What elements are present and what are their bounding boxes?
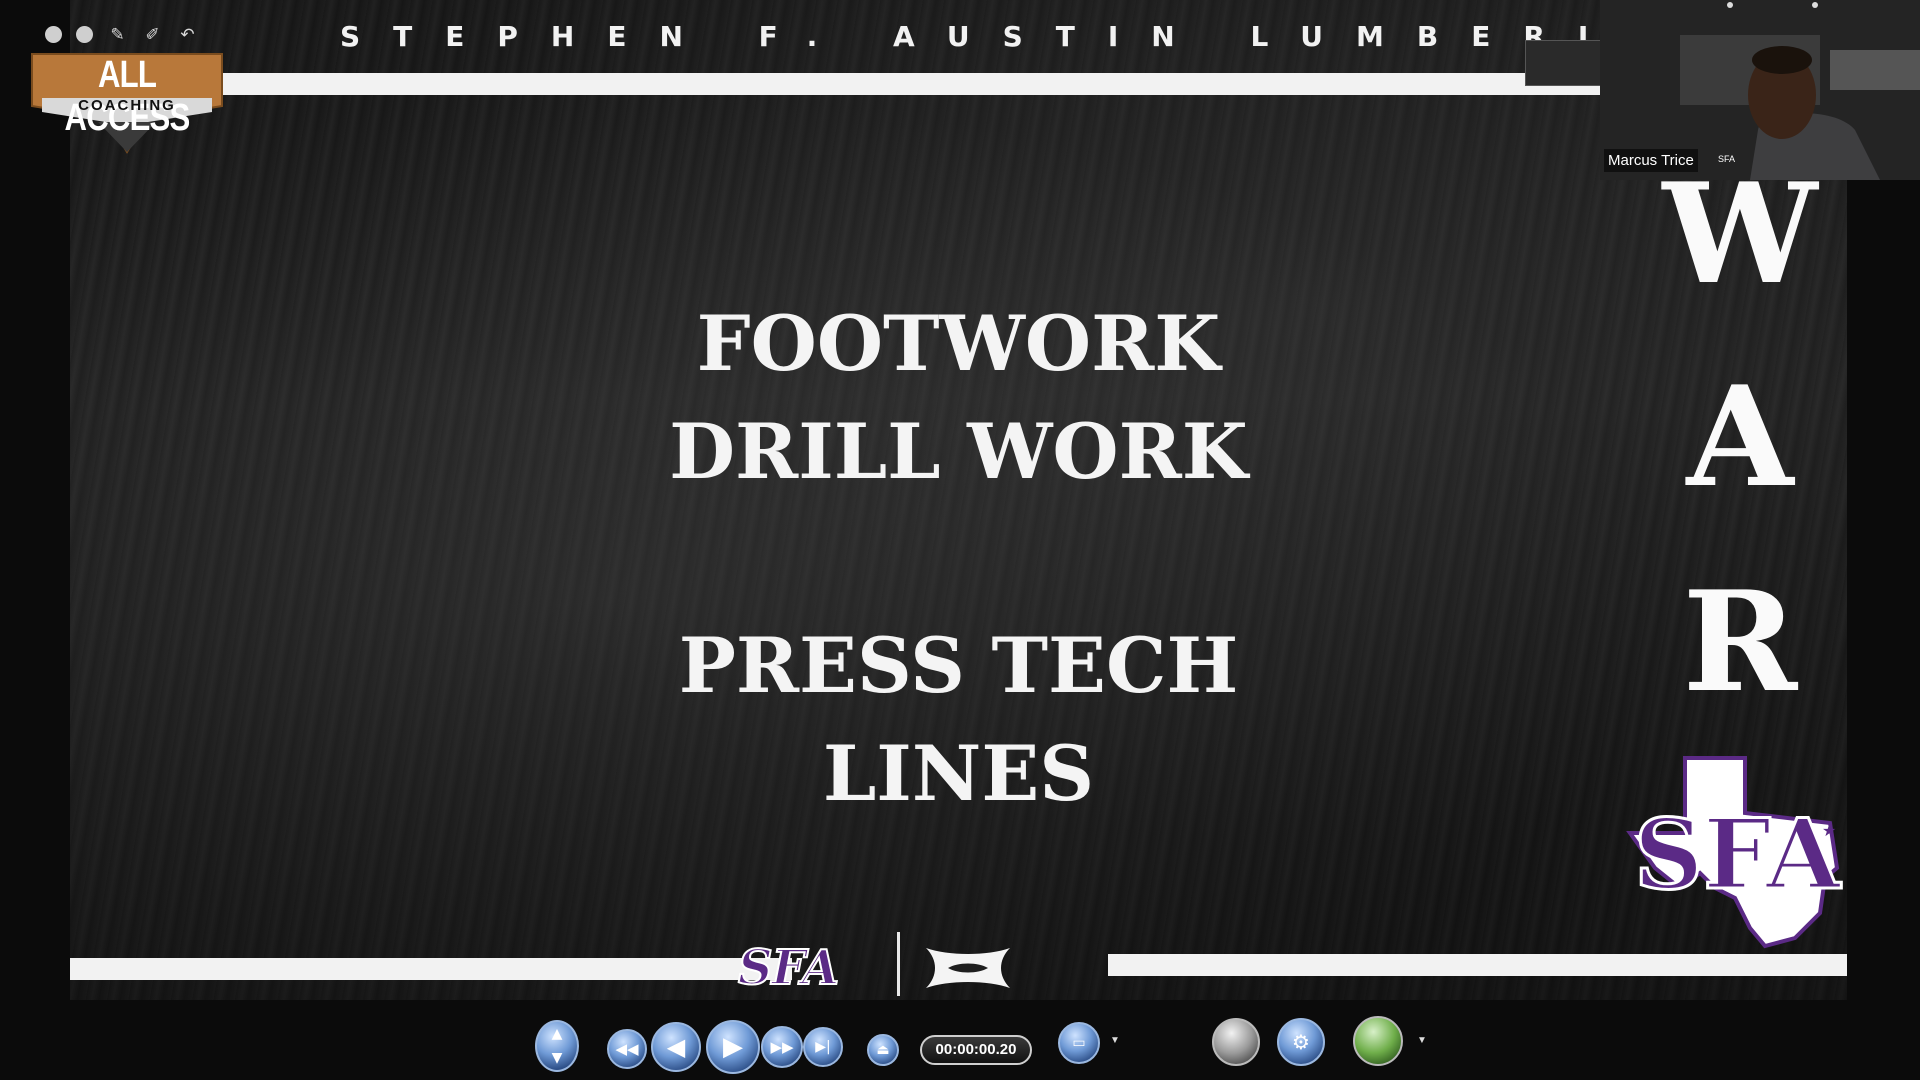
all-access-coaching-logo: ALL ACCESS COACHING	[28, 48, 226, 158]
display-menu-button[interactable]: ▭	[1058, 1022, 1100, 1064]
bottom-stripe-left	[70, 958, 792, 980]
banner-text: STEPHEN F. AUSTIN LUMBERJACKS	[340, 20, 1640, 53]
circle-icon[interactable]	[45, 26, 62, 43]
vertical-letter-a: A	[1686, 355, 1794, 518]
logo-subtitle: COACHING	[78, 97, 176, 114]
rewind-button[interactable]: ◀◀	[607, 1029, 647, 1069]
title-line: LINES	[822, 729, 1095, 818]
participant-name-label: Marcus Trice	[1604, 149, 1698, 172]
title-line: FOOTWORK	[696, 299, 1221, 388]
logo-divider	[897, 932, 900, 996]
undo-icon[interactable]: ↶	[177, 24, 198, 45]
chevron-down-icon[interactable]: ▼	[1417, 1035, 1427, 1046]
play-button[interactable]: ▶	[706, 1020, 760, 1074]
fast-forward-button[interactable]: ▶▶	[761, 1026, 803, 1068]
marker-icon[interactable]: ✐	[142, 24, 163, 45]
top-stripe	[220, 73, 1600, 95]
playback-time-display: 00:00:00.20	[920, 1035, 1032, 1065]
settings-button[interactable]: ⚙	[1277, 1018, 1325, 1066]
pen-icon[interactable]: ✎	[107, 24, 128, 45]
presentation-slide: STEPHEN F. AUSTIN LUMBERJACKS FOOTWORK D…	[70, 0, 1847, 1000]
sfa-bottom-logo: SFA	[737, 939, 840, 997]
vertical-letter-r: R	[1682, 560, 1798, 723]
bottom-stripe-right	[1108, 954, 1847, 976]
hd-menu-button[interactable]	[1353, 1016, 1403, 1066]
svg-text:SFA: SFA	[1718, 154, 1735, 164]
under-armour-logo-icon	[926, 948, 1010, 988]
state-logo-text: SFA	[1634, 798, 1842, 911]
annotation-toolbar: ✎ ✐ ↶	[45, 24, 198, 46]
next-frame-button[interactable]: ▶|	[803, 1027, 843, 1067]
circle-icon[interactable]	[76, 26, 93, 43]
sfa-texas-logo: SFA ★	[1626, 756, 1843, 949]
title-block-footwork: FOOTWORK DRILL WORK	[70, 290, 1847, 506]
scroll-button[interactable]: ▲ ▼	[535, 1020, 579, 1072]
chevron-down-icon[interactable]: ▼	[1110, 1035, 1120, 1046]
webcam-feed[interactable]: SFA Marcus Trice	[1600, 0, 1920, 180]
previous-frame-button[interactable]: ◀	[651, 1022, 701, 1072]
title-line: DRILL WORK	[669, 407, 1248, 496]
title-line: PRESS TECH	[678, 621, 1239, 710]
eject-button[interactable]: ⏏	[867, 1034, 899, 1066]
svg-text:★: ★	[1822, 821, 1836, 840]
title-block-press-tech: PRESS TECH LINES	[70, 612, 1847, 828]
snapshot-button[interactable]	[1212, 1018, 1260, 1066]
